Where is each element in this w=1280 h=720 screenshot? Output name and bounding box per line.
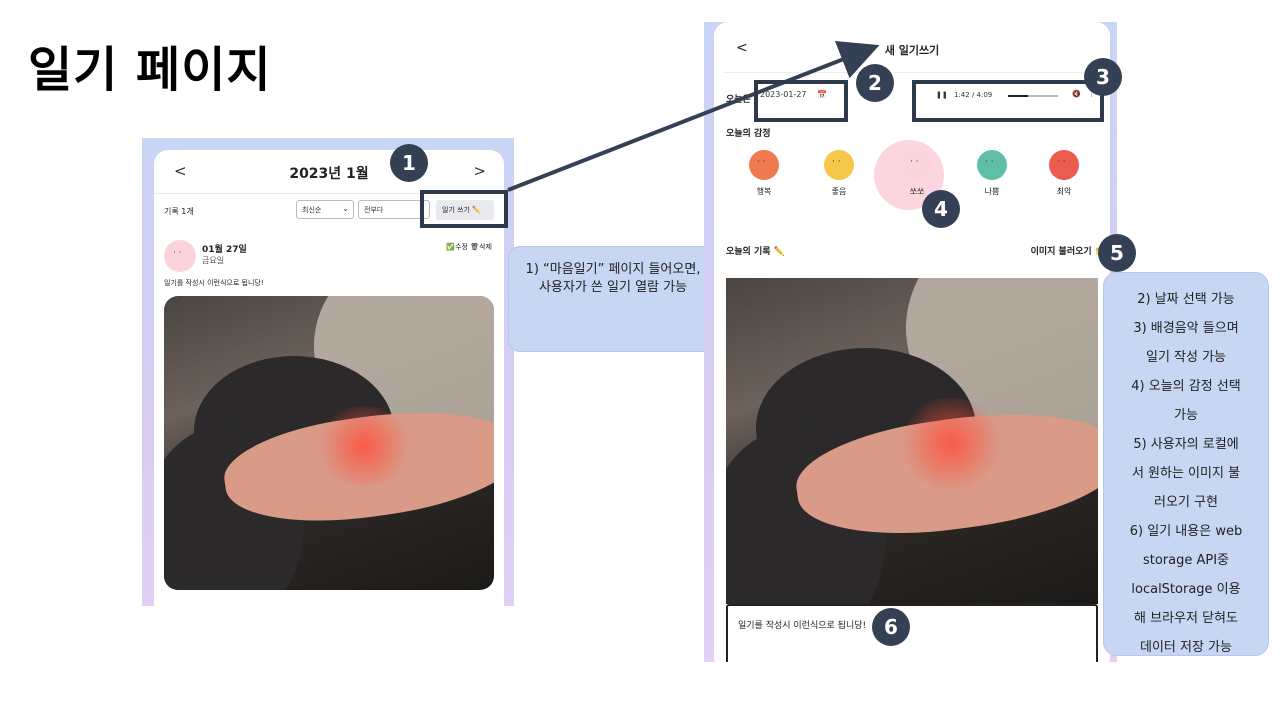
note-line: storage API중 <box>1142 553 1230 568</box>
badge-3: 3 <box>1084 58 1122 96</box>
write-button-highlight <box>420 190 508 228</box>
note-line: localStorage 이용 <box>1131 582 1241 597</box>
badge-2: 2 <box>856 64 894 102</box>
date-highlight <box>754 80 848 122</box>
note-line: 러오기 구현 <box>1154 495 1218 510</box>
badge-5: 5 <box>1098 234 1136 272</box>
note-line: 데이터 저장 가능 <box>1140 640 1232 655</box>
note-line: 6) 일기 내용은 web <box>1129 524 1243 539</box>
audio-highlight <box>912 80 1104 122</box>
note-line: 3) 배경음악 들으며 <box>1133 321 1239 336</box>
badge-4: 4 <box>922 190 960 228</box>
note-line: 2) 날짜 선택 가능 <box>1137 292 1235 307</box>
note-line: 5) 사용자의 로컬에 <box>1133 437 1239 452</box>
note-line: 일기 작성 가능 <box>1145 350 1227 365</box>
slide: 일기 페이지 < 2023년 1월 > 기록 1개 최신순 ⌄ 전부다 ⌄ 일기… <box>0 0 1280 720</box>
badge-6: 6 <box>872 608 910 646</box>
note-line: 해 브라우저 닫혀도 <box>1134 611 1238 626</box>
note-line: 가능 <box>1174 408 1198 423</box>
note-line: 서 원하는 이미지 불 <box>1131 466 1241 481</box>
feature-notes: 2) 날짜 선택 가능 3) 배경음악 들으며일기 작성 가능 4) 오늘의 감정 … <box>1103 272 1269 656</box>
badge-1: 1 <box>390 144 428 182</box>
notes-lines: 2) 날짜 선택 가능 3) 배경음악 들으며일기 작성 가능 4) 오늘의 감정 … <box>1112 285 1260 662</box>
note-line: 4) 오늘의 감정 선택 <box>1131 379 1241 394</box>
